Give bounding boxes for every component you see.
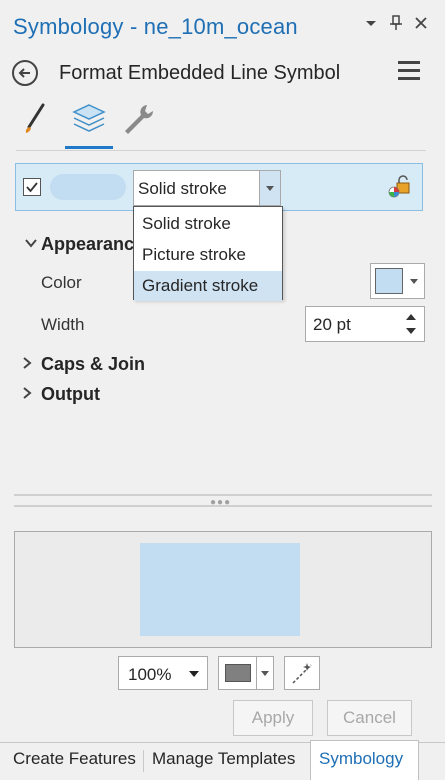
tab-create-features[interactable]: Create Features [13, 749, 136, 769]
tab-symbology[interactable]: Symbology [319, 749, 403, 769]
pin-icon[interactable] [387, 14, 405, 32]
brush-icon [25, 103, 45, 133]
splitter-grip-icon[interactable]: ●●● [210, 497, 231, 508]
stroke-type-dropdown-list[interactable]: Solid stroke Picture stroke Gradient str… [133, 206, 283, 301]
increment-icon[interactable] [406, 314, 416, 320]
preview-shape [140, 543, 300, 636]
dropdown-icon[interactable] [362, 14, 380, 32]
width-label: Width [41, 315, 85, 334]
background-swatch [225, 664, 251, 682]
tab-structure-wrench[interactable] [117, 99, 157, 139]
chevron-down-icon [410, 279, 418, 284]
background-dropdown-toggle[interactable] [256, 657, 273, 689]
chevron-down-icon [261, 671, 269, 676]
zoom-value: 100% [128, 665, 172, 684]
close-icon[interactable] [412, 14, 430, 32]
back-arrow-icon [18, 68, 30, 78]
dropdown-option-picture[interactable]: Picture stroke [134, 240, 282, 270]
hamburger-menu-icon[interactable] [398, 61, 420, 81]
chevron-down-icon[interactable] [259, 171, 280, 205]
chevron-right-icon[interactable] [20, 386, 34, 403]
stroke-type-combobox[interactable]: Solid stroke [133, 170, 281, 206]
width-stepper[interactable]: 20 pt [305, 306, 425, 342]
layer-preview-swatch [50, 174, 126, 200]
magic-wand-icon [292, 663, 312, 684]
chevron-right-icon[interactable] [20, 356, 34, 373]
apply-button[interactable]: Apply [233, 700, 313, 736]
pick-color-button[interactable] [284, 656, 320, 690]
color-label: Color [41, 273, 82, 292]
zoom-combobox[interactable]: 100% [118, 656, 208, 690]
lock-color-icon[interactable] [386, 174, 412, 200]
tab-manage-templates[interactable]: Manage Templates [152, 749, 295, 769]
tab-separator [143, 750, 144, 772]
width-value[interactable]: 20 pt [313, 315, 351, 335]
page-title: Format Embedded Line Symbol [59, 62, 341, 84]
output-section-heading[interactable]: Output [41, 384, 100, 405]
dropdown-option-solid[interactable]: Solid stroke [134, 209, 282, 239]
wrench-icon [125, 105, 154, 134]
pane-title: Symbology - ne_10m_ocean [13, 14, 298, 39]
appearance-section-heading[interactable]: Appearance [41, 234, 144, 255]
back-button[interactable] [12, 60, 38, 86]
checkmark-icon [26, 182, 38, 193]
cancel-button[interactable]: Cancel [327, 700, 412, 736]
caps-join-section-heading[interactable]: Caps & Join [41, 354, 145, 375]
active-tab-indicator [65, 146, 113, 149]
color-swatch [375, 268, 403, 294]
tab-layers[interactable] [69, 99, 109, 139]
tab-properties-brush[interactable] [17, 99, 57, 139]
preview-background-combobox[interactable] [218, 656, 274, 690]
tab-divider [16, 150, 426, 151]
layer-visibility-checkbox[interactable] [23, 178, 41, 196]
decrement-icon[interactable] [406, 328, 416, 334]
chevron-down-icon[interactable] [24, 236, 38, 253]
layers-icon [72, 104, 106, 132]
chevron-down-icon [189, 671, 199, 677]
color-picker-button[interactable] [370, 263, 425, 299]
stroke-type-value: Solid stroke [138, 179, 227, 198]
dropdown-option-gradient[interactable]: Gradient stroke [134, 271, 282, 301]
